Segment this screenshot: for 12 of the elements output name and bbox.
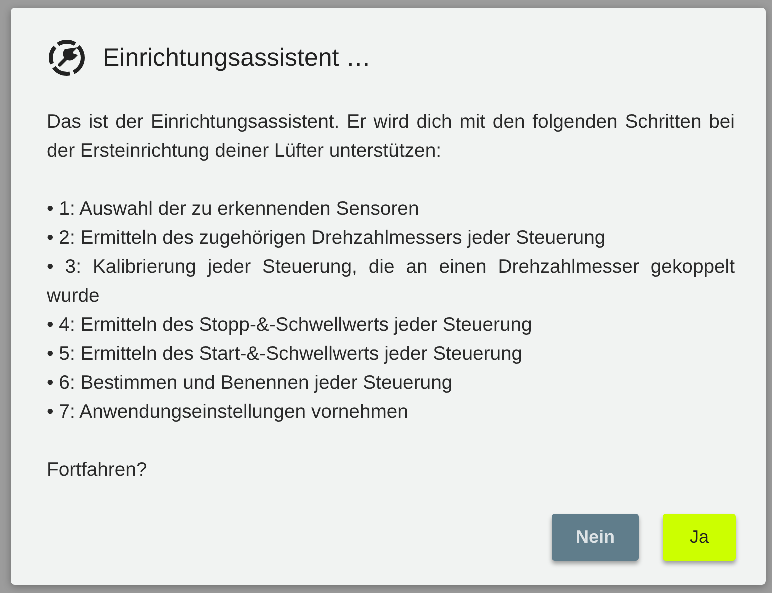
wrench-icon <box>47 38 87 78</box>
step-item: • 5: Ermitteln des Start-&-Schwellwerts jeder Steuerung <box>47 342 524 367</box>
step-item: • 4: Ermitteln des Stopp-&-Schwellwerts jeder Steuerung <box>47 313 534 338</box>
step-item: • 6: Bestimmen und Benennen jeder Steuerung <box>47 371 454 396</box>
dialog-title: Einrichtungsassistent … <box>103 44 372 72</box>
step-item: • 7: Anwendungseinstellungen vornehmen <box>47 400 410 425</box>
step-item: • 1: Auswahl der zu erkennenden Sensoren <box>47 197 420 222</box>
confirm-button[interactable]: Ja <box>662 514 736 561</box>
step-item: • 3: Kalibrierung jeder Steuerung, die an einen Drehzahlmesser gekoppelt wurde <box>47 255 735 309</box>
question-text: Fortfahren? <box>47 458 148 483</box>
step-item: • 2: Ermitteln des zugehörigen Drehzahlmessers jeder Steuerung <box>47 226 607 251</box>
intro-text: Das ist der Einrichtungsassistent. Er wird dich mit den folgenden Schritten bei der Ersteinrichtung deiner Lüfter unterstützen: <box>47 110 735 164</box>
